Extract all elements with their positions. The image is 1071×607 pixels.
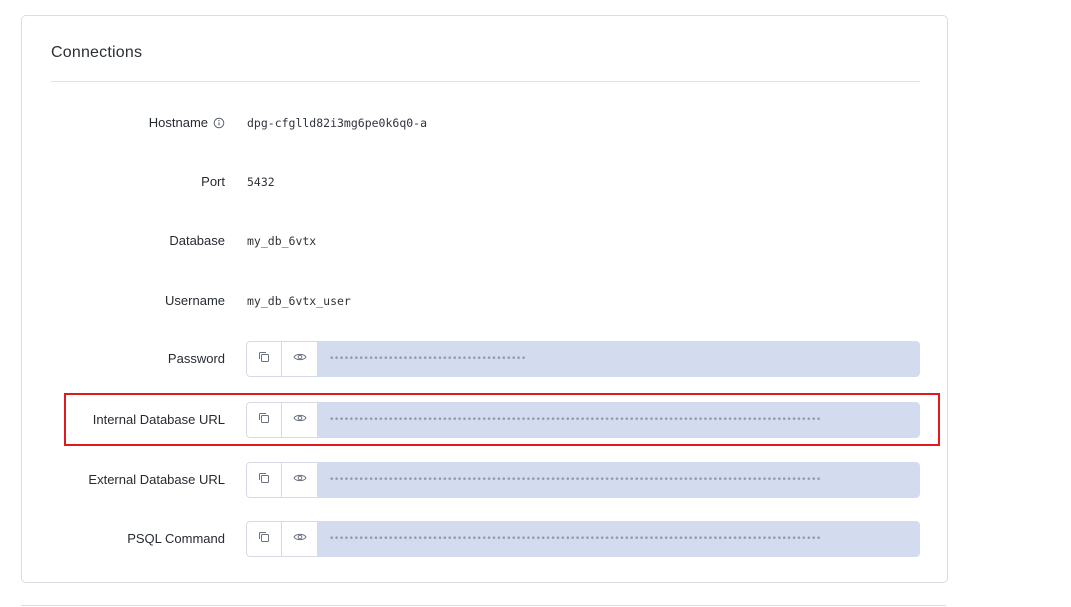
- external-url-label: External Database URL: [88, 472, 225, 487]
- copy-icon: [257, 350, 271, 369]
- psql-command-secret-field: ••••••••••••••••••••••••••••••••••••••••…: [246, 521, 920, 557]
- external-url-masked-value: ••••••••••••••••••••••••••••••••••••••••…: [329, 475, 821, 485]
- username-row: Username my_db_6vtx_user: [22, 283, 949, 319]
- copy-psql-command-button[interactable]: [246, 521, 282, 557]
- hostname-label: Hostname: [149, 105, 225, 141]
- eye-icon: [292, 471, 307, 490]
- copy-icon: [257, 471, 271, 490]
- copy-password-button[interactable]: [246, 341, 282, 377]
- database-row: Database my_db_6vtx: [22, 223, 949, 259]
- password-row: Password •••••••••••••••••••••••••••••••…: [22, 341, 949, 377]
- username-value: my_db_6vtx_user: [247, 294, 351, 308]
- eye-icon: [292, 350, 307, 369]
- card-title: Connections: [51, 44, 143, 61]
- hostname-row: Hostname dpg-cfglld82i3mg6pe0k6q0-a: [22, 105, 949, 141]
- port-label: Port: [201, 174, 225, 189]
- copy-icon: [257, 530, 271, 549]
- external-url-row: External Database URL ••••••••••••••••••…: [22, 462, 949, 498]
- psql-command-label: PSQL Command: [127, 531, 225, 546]
- psql-command-masked-value: ••••••••••••••••••••••••••••••••••••••••…: [329, 534, 821, 544]
- eye-icon: [292, 530, 307, 549]
- username-label: Username: [165, 293, 225, 308]
- password-secret-field: ••••••••••••••••••••••••••••••••••••••••: [246, 341, 920, 377]
- hostname-value: dpg-cfglld82i3mg6pe0k6q0-a: [247, 116, 428, 130]
- port-row: Port 5432: [22, 164, 949, 200]
- database-label: Database: [169, 233, 225, 248]
- hostname-label-text: Hostname: [148, 115, 208, 130]
- password-label: Password: [167, 351, 225, 366]
- external-url-masked-value-box[interactable]: ••••••••••••••••••••••••••••••••••••••••…: [318, 462, 920, 498]
- psql-command-row: PSQL Command •••••••••••••••••••••••••••…: [22, 521, 949, 557]
- copy-external-url-button[interactable]: [246, 462, 282, 498]
- divider: [51, 81, 920, 82]
- highlight-box: [64, 393, 940, 446]
- connections-card: Connections Hostname dpg-cfglld82i3mg6pe…: [21, 15, 948, 583]
- password-masked-value: ••••••••••••••••••••••••••••••••••••••••: [329, 354, 526, 364]
- next-card-edge: [21, 605, 946, 606]
- reveal-password-button[interactable]: [282, 341, 318, 377]
- external-url-secret-field: ••••••••••••••••••••••••••••••••••••••••…: [246, 462, 920, 498]
- info-circle-icon[interactable]: [213, 117, 225, 129]
- port-value: 5432: [247, 175, 275, 189]
- database-value: my_db_6vtx: [247, 234, 317, 248]
- reveal-external-url-button[interactable]: [282, 462, 318, 498]
- password-masked-value-box[interactable]: ••••••••••••••••••••••••••••••••••••••••: [318, 341, 920, 377]
- reveal-psql-command-button[interactable]: [282, 521, 318, 557]
- psql-command-masked-value-box[interactable]: ••••••••••••••••••••••••••••••••••••••••…: [318, 521, 920, 557]
